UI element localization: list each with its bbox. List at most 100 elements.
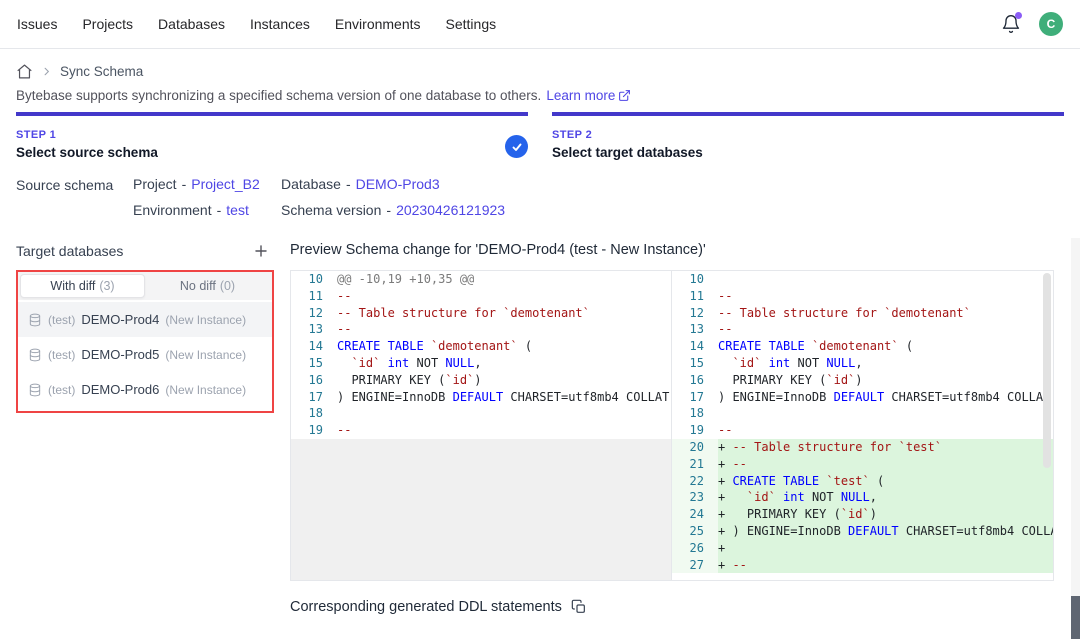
target-db-item[interactable]: (test)DEMO-Prod5(New Instance)	[18, 337, 272, 372]
step-2-label: STEP 2	[552, 129, 1064, 141]
diff-pane-left: 10@@ -10,19 +10,35 @@11--12-- Table stru…	[291, 271, 672, 580]
diff-line: 13--	[672, 321, 1053, 338]
tab-no-diff-label: No diff	[180, 279, 216, 293]
code-text: --	[337, 321, 671, 338]
db-note: (New Instance)	[165, 313, 246, 327]
code-text	[718, 405, 1053, 422]
diff-line: 15 `id` int NOT NULL,	[672, 355, 1053, 372]
field-schema-version-label: Schema version	[281, 202, 381, 218]
code-text: PRIMARY KEY (`id`)	[718, 372, 1053, 389]
tab-with-diff[interactable]: With diff (3)	[20, 274, 145, 298]
nav-item-settings[interactable]: Settings	[446, 16, 497, 32]
tab-no-diff[interactable]: No diff (0)	[145, 274, 270, 298]
nav-item-instances[interactable]: Instances	[250, 16, 310, 32]
environment-link[interactable]: test	[226, 202, 249, 218]
step-1-label: STEP 1	[16, 129, 528, 141]
copy-button[interactable]	[571, 599, 587, 615]
field-project-label: Project	[133, 176, 177, 192]
page-scrollbar[interactable]	[1071, 238, 1080, 639]
diff-line: 12-- Table structure for `demotenant`	[291, 305, 671, 322]
diff-line: 20+ -- Table structure for `test`	[672, 439, 1053, 456]
notification-dot	[1015, 12, 1022, 19]
line-number: 15	[291, 355, 337, 372]
database-link[interactable]: DEMO-Prod3	[356, 176, 440, 192]
diff-line: 18	[672, 405, 1053, 422]
diff-line: 11--	[672, 288, 1053, 305]
line-number: 19	[291, 422, 337, 439]
diff-line: 27+ --	[672, 557, 1053, 574]
diff-line: 24+ PRIMARY KEY (`id`)	[672, 506, 1053, 523]
step-2[interactable]: STEP 2 Select target databases	[552, 112, 1064, 160]
target-databases-title: Target databases	[16, 243, 123, 259]
learn-more-link[interactable]: Learn more	[546, 88, 631, 103]
diff-editor[interactable]: 10@@ -10,19 +10,35 @@11--12-- Table stru…	[290, 270, 1054, 581]
diff-line: 10	[672, 271, 1053, 288]
code-text: `id` int NOT NULL,	[718, 355, 1053, 372]
line-number: 18	[672, 405, 718, 422]
line-number: 17	[291, 389, 337, 406]
db-environment-label: (test)	[48, 383, 75, 397]
diff-line: 14CREATE TABLE `demotenant` (	[672, 338, 1053, 355]
database-instance-icon	[28, 313, 42, 327]
diff-line: 11--	[291, 288, 671, 305]
preview-panel: Preview Schema change for 'DEMO-Prod4 (t…	[290, 238, 1054, 615]
line-number: 12	[291, 305, 337, 322]
code-text: + `id` int NOT NULL,	[718, 489, 1053, 506]
diff-editor-scrollbar[interactable]	[1041, 271, 1053, 580]
diff-line: 16 PRIMARY KEY (`id`)	[291, 372, 671, 389]
line-number: 19	[672, 422, 718, 439]
line-number: 12	[672, 305, 718, 322]
project-link[interactable]: Project_B2	[191, 176, 259, 192]
nav-item-issues[interactable]: Issues	[17, 16, 57, 32]
external-link-icon	[618, 89, 631, 102]
page-scrollbar-thumb[interactable]	[1071, 596, 1080, 639]
avatar-letter: C	[1047, 17, 1056, 31]
avatar[interactable]: C	[1039, 12, 1063, 36]
add-target-database-button[interactable]	[250, 240, 272, 262]
main-content: Target databases With diff (3) No diff (…	[0, 232, 1080, 615]
nav-item-databases[interactable]: Databases	[158, 16, 225, 32]
source-schema-label: Source schema	[16, 176, 133, 218]
target-db-list: (test) DEMO-Prod4 (New Instance) (test)DEMO…	[18, 300, 272, 411]
code-text: + -- Table structure for `test`	[718, 439, 1053, 456]
code-text: @@ -10,19 +10,35 @@	[337, 271, 671, 288]
diff-line: 12-- Table structure for `demotenant`	[672, 305, 1053, 322]
diff-line: 22+ CREATE TABLE `test` (	[672, 473, 1053, 490]
code-text: + CREATE TABLE `test` (	[718, 473, 1053, 490]
code-text	[337, 405, 671, 422]
notifications-button[interactable]	[1001, 14, 1021, 34]
diff-line: 14CREATE TABLE `demotenant` (	[291, 338, 671, 355]
code-text	[718, 271, 1053, 288]
target-db-item[interactable]: (test)DEMO-Prod6(New Instance)	[18, 372, 272, 407]
code-text: --	[337, 288, 671, 305]
step-1[interactable]: STEP 1 Select source schema	[16, 112, 528, 160]
stepper: STEP 1 Select source schema STEP 2 Selec…	[0, 112, 1080, 160]
field-database: Database-DEMO-Prod3	[281, 176, 505, 192]
diff-filler	[291, 439, 671, 580]
code-text: --	[337, 422, 671, 439]
primary-nav: Issues Projects Databases Instances Environm…	[17, 16, 496, 32]
diff-line: 13--	[291, 321, 671, 338]
diff-pane-right: 1011--12-- Table structure for `demotena…	[672, 271, 1053, 580]
app-root: Issues Projects Databases Instances Environm…	[0, 0, 1080, 615]
nav-item-projects[interactable]: Projects	[82, 16, 133, 32]
schema-version-link[interactable]: 20230426121923	[396, 202, 505, 218]
line-number: 27	[672, 557, 718, 574]
top-nav: Issues Projects Databases Instances Environm…	[0, 0, 1080, 49]
target-db-item[interactable]: (test)DEMO-Prod4(New Instance)	[18, 302, 272, 337]
line-number: 26	[672, 540, 718, 557]
field-environment-label: Environment	[133, 202, 212, 218]
home-icon[interactable]	[16, 63, 33, 80]
db-name: DEMO-Prod4	[81, 312, 159, 327]
code-text: +	[718, 540, 1053, 557]
code-text: -- Table structure for `demotenant`	[718, 305, 1053, 322]
target-databases-header: Target databases	[16, 238, 274, 270]
field-database-label: Database	[281, 176, 341, 192]
code-text: + --	[718, 557, 1053, 574]
line-number: 15	[672, 355, 718, 372]
target-databases-highlight-box: With diff (3) No diff (0) (test)DEMO-Pro…	[16, 270, 274, 413]
plus-icon	[253, 243, 269, 259]
diff-editor-scrollbar-thumb[interactable]	[1043, 273, 1051, 468]
code-text: ) ENGINE=InnoDB DEFAULT CHARSET=utf8mb4 …	[718, 389, 1053, 406]
nav-item-environments[interactable]: Environments	[335, 16, 421, 32]
